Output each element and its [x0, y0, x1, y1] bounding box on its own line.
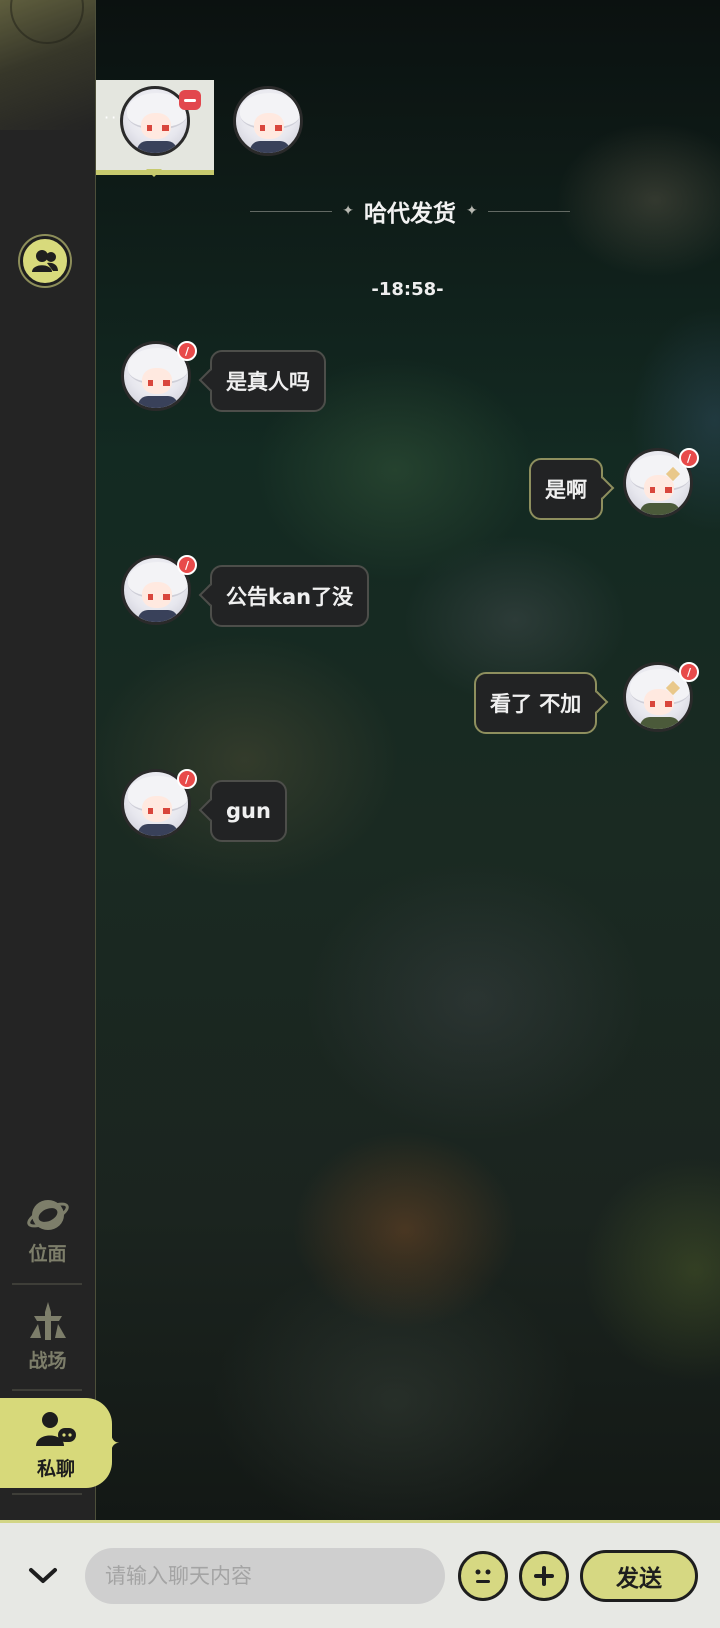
private-chat-icon [36, 1412, 76, 1446]
message-bubble-received: 是真人吗 [210, 350, 326, 412]
friends-button[interactable] [20, 236, 70, 286]
sidebar-item-label: 战场 [28, 1350, 67, 1372]
emoji-button[interactable] [458, 1551, 508, 1601]
message-bubble-sent: 是啊 [529, 458, 603, 520]
message-bubble-received: 公告kan了没 [210, 565, 370, 627]
sidebar-divider [12, 1493, 82, 1495]
collapse-button[interactable] [24, 1561, 62, 1591]
chat-input-bar: 发送 [0, 1520, 720, 1628]
sidebar: 位面 战场 [0, 0, 96, 1520]
chevron-down-icon [29, 1568, 57, 1583]
title-divider-line [487, 210, 570, 212]
profile-badge-icon: / [679, 448, 699, 468]
emoji-icon [475, 1569, 491, 1583]
title-divider-line [250, 210, 333, 212]
tab-pointer-icon [146, 169, 162, 177]
sidebar-item-label: 私聊 [36, 1458, 75, 1480]
profile-badge-icon: / [177, 769, 197, 789]
conversation-tab-avatar[interactable] [233, 86, 303, 156]
message-input[interactable] [85, 1548, 445, 1604]
profile-badge-icon: / [679, 662, 699, 682]
profile-badge-icon: / [177, 341, 197, 361]
battlefield-icon [29, 1302, 66, 1340]
sidebar-item-plane[interactable]: 位面 [0, 1195, 95, 1295]
sidebar-divider [12, 1389, 82, 1391]
message-bubble-sent: 看了 不加 [474, 672, 598, 734]
chat-title-text: 哈代发货 [364, 201, 456, 227]
add-attachment-button[interactable] [519, 1551, 569, 1601]
plane-icon [26, 1200, 69, 1230]
send-button[interactable]: 发送 [580, 1550, 698, 1602]
friends-icon [32, 250, 58, 272]
message-bubble-received: gun [210, 780, 287, 842]
diamond-icon: ✦ [466, 203, 478, 219]
diamond-icon: ✦ [342, 203, 354, 219]
sidebar-item-battlefield[interactable]: 战场 [0, 1302, 95, 1402]
sidebar-item-private-chat[interactable]: 私聊 ✦ [0, 1398, 120, 1488]
message-timestamp: -18:58- [371, 279, 444, 300]
plus-icon [534, 1566, 554, 1586]
sidebar-item-label: 位面 [28, 1243, 67, 1265]
active-star-icon: ✦ [103, 1431, 120, 1455]
sidebar-emblem-decoration [0, 0, 95, 130]
chat-title: ✦ 哈代发货 ✦ [250, 193, 570, 229]
sidebar-divider [12, 1283, 82, 1285]
remove-badge-icon[interactable] [179, 90, 201, 110]
profile-badge-icon: / [177, 555, 197, 575]
